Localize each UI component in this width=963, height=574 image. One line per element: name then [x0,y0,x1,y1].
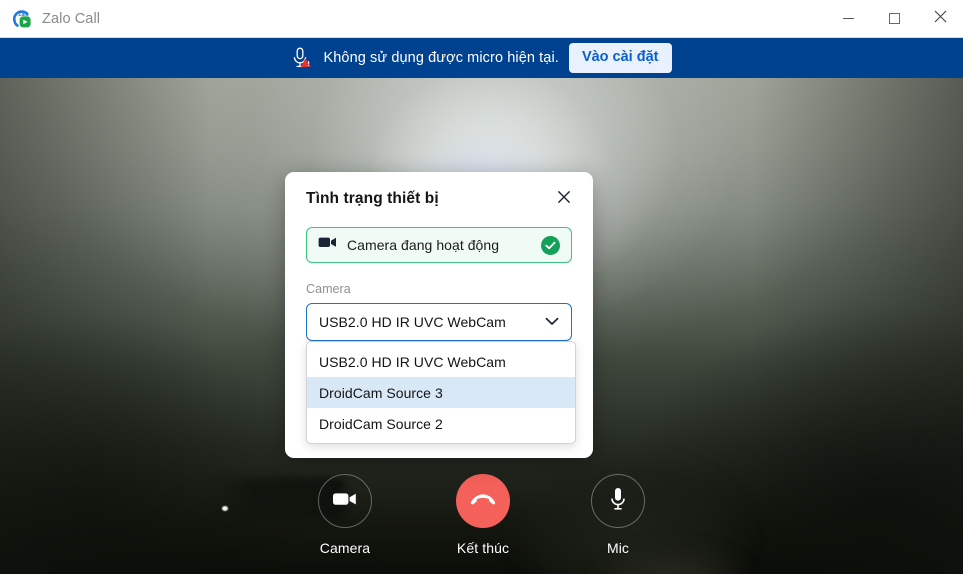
chevron-down-icon [545,313,559,331]
end-call-button-circle [456,474,510,528]
microphone-icon [609,486,627,517]
title-bar: Zalo Zalo Call [0,0,963,38]
title-bar-left: Zalo Zalo Call [0,0,825,37]
phone-hangup-icon [469,491,497,512]
window-controls [825,0,963,37]
notice-message: Không sử dụng được micro hiện tại. [323,50,559,66]
dialog-title: Tình trạng thiết bị [306,190,439,207]
camera-button-label: Camera [319,540,371,556]
camera-select-value: USB2.0 HD IR UVC WebCam [319,314,506,330]
list-item[interactable]: DroidCam Source 3 [307,377,575,408]
list-item[interactable]: DroidCam Source 2 [307,408,575,439]
mic-toggle-button[interactable]: Mic [591,474,645,556]
call-controls: Camera Kết thúc Mic [0,468,963,574]
camera-field-label: Camera [306,282,351,296]
video-camera-icon [332,490,358,513]
close-button[interactable] [917,0,963,37]
dialog-close-button[interactable] [553,188,575,210]
microphone-warning-icon [291,46,313,70]
check-circle-icon [541,235,560,255]
camera-options-dropdown: USB2.0 HD IR UVC WebCam DroidCam Source … [306,341,576,444]
list-item[interactable]: USB2.0 HD IR UVC WebCam [307,346,575,377]
app-title: Zalo Call [42,10,101,27]
maximize-icon [888,13,900,24]
end-call-button[interactable]: Kết thúc [456,474,510,556]
go-to-settings-button[interactable]: Vào cài đặt [568,43,672,73]
minimize-button[interactable] [825,0,871,37]
end-call-button-label: Kết thúc [456,540,510,556]
camera-button-circle [318,474,372,528]
svg-text:Zalo: Zalo [18,12,28,18]
dialog-header: Tình trạng thiết bị [306,190,572,210]
camera-status-row: Camera đang hoạt động [306,227,572,263]
camera-toggle-button[interactable]: Camera [318,474,372,556]
close-icon [934,10,947,28]
camera-select[interactable]: USB2.0 HD IR UVC WebCam [306,303,572,341]
mic-button-circle [591,474,645,528]
microphone-notice-bar: Không sử dụng được micro hiện tại. Vào c… [0,38,963,78]
zalo-call-window: Zalo Zalo Call Không sử dụng được micro … [0,0,963,574]
mic-button-label: Mic [606,540,630,556]
maximize-button[interactable] [871,0,917,37]
close-icon [557,190,571,209]
camera-status-text: Camera đang hoạt động [347,237,500,253]
video-camera-icon [318,236,337,254]
minimize-icon [842,18,854,19]
zalo-logo-icon: Zalo [11,8,33,30]
